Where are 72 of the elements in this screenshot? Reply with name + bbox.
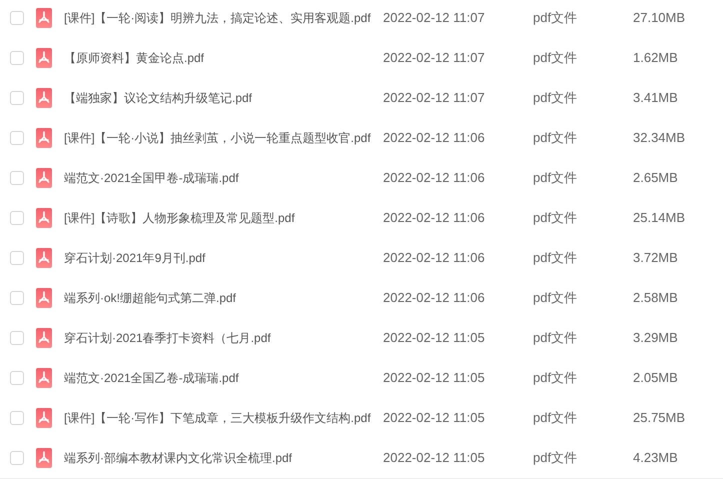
- pdf-file-icon: [36, 248, 52, 268]
- file-size: 2.58MB: [633, 289, 678, 308]
- file-name[interactable]: 穿石计划·2021春季打卡资料（七月.pdf: [64, 329, 383, 347]
- file-type: pdf文件: [533, 249, 578, 268]
- checkbox[interactable]: [10, 51, 24, 65]
- file-size: 32.34MB: [633, 129, 686, 148]
- modified-time: 2022-02-12 11:05: [383, 409, 486, 428]
- file-type: pdf文件: [533, 9, 578, 28]
- file-name[interactable]: 端范文·2021全国甲卷-成瑞瑞.pdf: [64, 169, 383, 187]
- file-size: 25.14MB: [633, 209, 686, 228]
- file-size: 25.75MB: [633, 409, 686, 428]
- checkbox[interactable]: [10, 211, 24, 225]
- modified-time: 2022-02-12 11:06: [383, 289, 486, 308]
- file-name[interactable]: [课件]【一轮·小说】抽丝剥茧，小说一轮重点题型收官.pdf: [64, 129, 383, 147]
- file-type: pdf文件: [533, 169, 578, 188]
- file-size: 2.05MB: [633, 369, 678, 388]
- modified-time: 2022-02-12 11:06: [383, 169, 486, 188]
- pdf-file-icon: [36, 328, 52, 348]
- pdf-file-icon: [36, 8, 52, 28]
- modified-time: 2022-02-12 11:06: [383, 129, 486, 148]
- file-type: pdf文件: [533, 369, 578, 388]
- pdf-file-icon: [36, 168, 52, 188]
- checkbox[interactable]: [10, 171, 24, 185]
- checkbox[interactable]: [10, 331, 24, 345]
- pdf-file-icon: [36, 288, 52, 308]
- file-type: pdf文件: [533, 209, 578, 228]
- file-type: pdf文件: [533, 329, 578, 348]
- file-size: 27.10MB: [633, 9, 686, 28]
- file-size: 3.29MB: [633, 329, 678, 348]
- file-size: 3.41MB: [633, 89, 678, 108]
- file-name[interactable]: [课件]【诗歌】人物形象梳理及常见题型.pdf: [64, 209, 383, 227]
- checkbox[interactable]: [10, 91, 24, 105]
- file-name[interactable]: [课件]【一轮·写作】下笔成章，三大模板升级作文结构.pdf: [64, 409, 383, 427]
- pdf-file-icon: [36, 448, 52, 468]
- pdf-file-icon: [36, 208, 52, 228]
- checkbox[interactable]: [10, 371, 24, 385]
- modified-time: 2022-02-12 11:07: [383, 9, 486, 28]
- pdf-file-icon: [36, 48, 52, 68]
- pdf-file-icon: [36, 368, 52, 388]
- pdf-file-icon: [36, 88, 52, 108]
- modified-time: 2022-02-12 11:05: [383, 449, 486, 468]
- modified-time: 2022-02-12 11:05: [383, 369, 486, 388]
- file-type: pdf文件: [533, 129, 578, 148]
- file-type: pdf文件: [533, 449, 578, 468]
- file-type: pdf文件: [533, 289, 578, 308]
- checkbox[interactable]: [10, 411, 24, 425]
- file-name[interactable]: 穿石计划·2021年9月刊.pdf: [64, 249, 383, 267]
- file-size: 1.62MB: [633, 49, 678, 68]
- file-size: 3.72MB: [633, 249, 678, 268]
- pdf-file-icon: [36, 408, 52, 428]
- file-type: pdf文件: [533, 89, 578, 108]
- checkbox[interactable]: [10, 131, 24, 145]
- file-name[interactable]: 【原师资料】黄金论点.pdf: [64, 49, 383, 67]
- file-size: 2.65MB: [633, 169, 678, 188]
- file-type: pdf文件: [533, 409, 578, 428]
- modified-time: 2022-02-12 11:07: [383, 89, 486, 108]
- file-name[interactable]: [课件]【一轮·阅读】明辨九法，搞定论述、实用客观题.pdf: [64, 9, 383, 27]
- checkbox[interactable]: [10, 11, 24, 25]
- file-type: pdf文件: [533, 49, 578, 68]
- modified-time: 2022-02-12 11:07: [383, 49, 486, 68]
- file-name[interactable]: 端系列·ok!绷超能句式第二弹.pdf: [64, 289, 383, 307]
- modified-time: 2022-02-12 11:06: [383, 249, 486, 268]
- file-name[interactable]: 端系列·部编本教材课内文化常识全梳理.pdf: [64, 449, 383, 467]
- modified-time: 2022-02-12 11:05: [383, 329, 486, 348]
- checkbox[interactable]: [10, 251, 24, 265]
- file-size: 4.23MB: [633, 449, 678, 468]
- checkbox[interactable]: [10, 451, 24, 465]
- file-name[interactable]: 【端独家】议论文结构升级笔记.pdf: [64, 89, 383, 107]
- checkbox[interactable]: [10, 291, 24, 305]
- file-name[interactable]: 端范文·2021全国乙卷-成瑞瑞.pdf: [64, 369, 383, 387]
- modified-time: 2022-02-12 11:06: [383, 209, 486, 228]
- pdf-file-icon: [36, 128, 52, 148]
